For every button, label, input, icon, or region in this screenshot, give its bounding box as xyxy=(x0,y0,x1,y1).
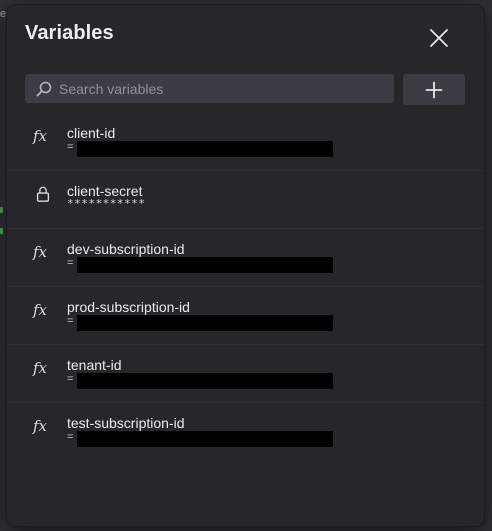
variable-row-test-subscription-id[interactable]: fx test-subscription-id = xyxy=(7,403,484,461)
variable-row-prod-subscription-id[interactable]: fx prod-subscription-id = xyxy=(7,287,484,345)
variable-value-prefix: = xyxy=(67,373,74,385)
search-input[interactable] xyxy=(59,74,389,103)
function-icon: fx xyxy=(33,301,48,319)
redacted-value xyxy=(77,373,333,389)
plus-icon xyxy=(425,81,443,99)
background-green-marker xyxy=(0,228,3,234)
background-edge-text: e xyxy=(0,8,7,20)
variable-row-tenant-id[interactable]: fx tenant-id = xyxy=(7,345,484,403)
variable-value-prefix: = xyxy=(67,431,74,443)
variable-row-client-secret[interactable]: client-secret *********** xyxy=(7,171,484,229)
redacted-value xyxy=(77,141,333,157)
function-icon: fx xyxy=(33,417,48,435)
redacted-value xyxy=(77,431,333,447)
variable-name: tenant-id xyxy=(67,357,122,373)
variable-name: prod-subscription-id xyxy=(67,299,190,315)
variable-value-prefix: = xyxy=(67,315,74,327)
variable-value-prefix: = xyxy=(67,257,74,269)
variable-name: client-id xyxy=(67,125,116,141)
dialog-title: Variables xyxy=(25,22,114,44)
variables-dialog: Variables fx client-id = xyxy=(7,5,484,526)
variable-value-prefix: = xyxy=(67,141,74,153)
close-icon xyxy=(430,29,448,47)
function-icon: fx xyxy=(33,127,48,145)
function-icon: fx xyxy=(33,243,48,261)
variables-list: fx client-id = client-secret ***********… xyxy=(7,125,484,461)
dialog-header: Variables xyxy=(7,5,484,67)
variable-name: dev-subscription-id xyxy=(67,241,185,257)
variable-row-client-id[interactable]: fx client-id = xyxy=(7,113,484,171)
redacted-value xyxy=(77,315,333,331)
redacted-value xyxy=(77,257,333,273)
lock-icon xyxy=(36,186,50,202)
add-variable-button[interactable] xyxy=(403,74,465,105)
search-icon xyxy=(36,81,52,97)
function-icon: fx xyxy=(33,359,48,377)
variable-name: test-subscription-id xyxy=(67,415,185,431)
search-box xyxy=(25,74,394,103)
variable-row-dev-subscription-id[interactable]: fx dev-subscription-id = xyxy=(7,229,484,287)
background-green-marker xyxy=(0,207,3,213)
masked-secret-value: *********** xyxy=(67,197,146,210)
close-button[interactable] xyxy=(425,24,453,52)
